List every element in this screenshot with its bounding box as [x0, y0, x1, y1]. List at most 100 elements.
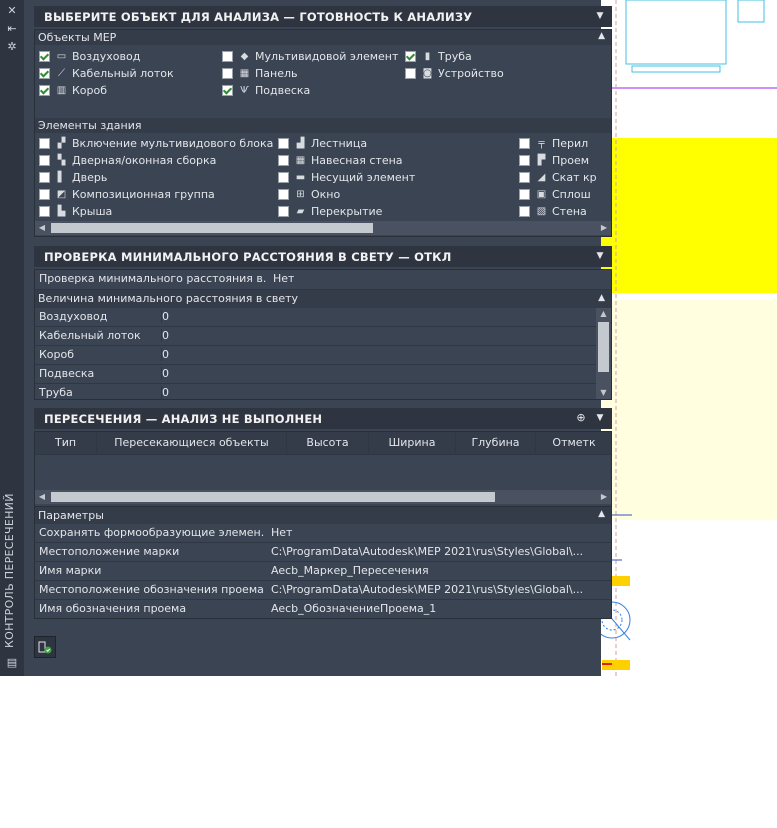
zoom-icon[interactable]: ⊕: [574, 411, 588, 425]
checkbox[interactable]: [222, 85, 233, 96]
checkbox-item[interactable]: ▛ Проем: [519, 152, 589, 169]
checkbox-item[interactable]: ◆ Мультивидовой элемент: [222, 48, 398, 65]
row-value[interactable]: 0: [161, 348, 362, 361]
checkbox-item[interactable]: ◢ Скат кр: [519, 169, 597, 186]
checkbox[interactable]: [405, 51, 416, 62]
checkbox[interactable]: [222, 51, 233, 62]
collapse-chevron-icon[interactable]: ▼: [594, 250, 606, 262]
scroll-left-icon[interactable]: ◀: [35, 490, 49, 504]
checkbox[interactable]: [39, 68, 50, 79]
clearance-row[interactable]: Кабельный лоток 0: [35, 327, 596, 346]
horizontal-scrollbar[interactable]: ◀ ▶: [35, 221, 611, 235]
clearance-check-row[interactable]: Проверка минимального расстояния в... Не…: [35, 270, 611, 290]
collapse-up-icon[interactable]: ▲: [598, 31, 605, 41]
run-analysis-button[interactable]: [34, 636, 56, 658]
checkbox-item[interactable]: ▌ Дверь: [39, 169, 107, 186]
checkbox[interactable]: [278, 206, 289, 217]
checkbox[interactable]: [39, 206, 50, 217]
checkbox[interactable]: [519, 172, 530, 183]
parameter-row[interactable]: Местоположение марки C:\ProgramData\Autod…: [35, 543, 611, 562]
checkbox-item[interactable]: ◙ Устройство: [405, 65, 504, 82]
checkbox-item[interactable]: ╤ Перил: [519, 135, 588, 152]
scroll-down-icon[interactable]: ▼: [596, 387, 611, 399]
building-group-header[interactable]: Элементы здания: [35, 118, 611, 133]
column-header[interactable]: Глубина: [456, 432, 536, 454]
clearance-row[interactable]: Подвеска 0: [35, 365, 596, 384]
checkbox-item[interactable]: ▣ Сплош: [519, 186, 591, 203]
checkbox[interactable]: [39, 138, 50, 149]
column-header[interactable]: Пересекающиеся объекты: [97, 432, 287, 454]
collapse-chevron-icon[interactable]: ▼: [594, 10, 606, 22]
column-header[interactable]: Высота: [287, 432, 369, 454]
parameter-value[interactable]: Нет: [271, 526, 587, 539]
scroll-right-icon[interactable]: ▶: [597, 221, 611, 235]
checkbox-item[interactable]: ▚ Дверная/оконная сборка: [39, 152, 216, 169]
palette-title-strip[interactable]: ✕ ⇤ ✲ КОНТРОЛЬ ПЕРЕСЕЧЕНИЙ ▤: [0, 0, 24, 676]
checkbox[interactable]: [405, 68, 416, 79]
row-value[interactable]: 0: [161, 329, 362, 342]
checkbox[interactable]: [39, 85, 50, 96]
checkbox-item[interactable]: ▟ Лестница: [278, 135, 367, 152]
checkbox[interactable]: [278, 189, 289, 200]
checkbox[interactable]: [519, 155, 530, 166]
checkbox[interactable]: [39, 189, 50, 200]
checkbox[interactable]: [39, 155, 50, 166]
checkbox[interactable]: [519, 189, 530, 200]
checkbox-item[interactable]: ▦ Панель: [222, 65, 298, 82]
checkbox-item[interactable]: ▮ Труба: [405, 48, 472, 65]
checkbox-item[interactable]: Ѱ Подвеска: [222, 82, 310, 99]
checkbox-item[interactable]: ▭ Воздуховод: [39, 48, 140, 65]
checkbox[interactable]: [39, 51, 50, 62]
selection-panel-header[interactable]: ВЫБЕРИТЕ ОБЪЕКТ ДЛЯ АНАЛИЗА — ГОТОВНОСТЬ…: [34, 6, 612, 27]
intersections-panel-header[interactable]: ПЕРЕСЕЧЕНИЯ — АНАЛИЗ НЕ ВЫПОЛНЕН ⊕ ▼: [34, 408, 612, 429]
checkbox-item[interactable]: ⊞ Окно: [278, 186, 340, 203]
collapse-chevron-icon[interactable]: ▼: [594, 412, 606, 424]
parameter-value[interactable]: Aecb_ОбозначениеПроема_1: [271, 602, 587, 615]
collapse-up-icon[interactable]: ▲: [598, 293, 605, 303]
checkbox-item[interactable]: ▦ Навесная стена: [278, 152, 403, 169]
collapse-up-icon[interactable]: ▲: [598, 509, 605, 519]
checkbox[interactable]: [519, 138, 530, 149]
row-value[interactable]: 0: [161, 386, 362, 399]
checkbox-item[interactable]: ▥ Короб: [39, 82, 107, 99]
horizontal-scrollbar[interactable]: ◀ ▶: [35, 490, 611, 504]
scroll-right-icon[interactable]: ▶: [597, 490, 611, 504]
clearance-row[interactable]: Воздуховод 0: [35, 308, 596, 327]
parameter-row[interactable]: Местоположение обозначения проема C:\Prog…: [35, 581, 611, 600]
mep-group-header[interactable]: Объекты MEP ▲: [35, 30, 611, 45]
parameter-value[interactable]: Aecb_Маркер_Пересечения: [271, 564, 587, 577]
checkbox-item[interactable]: ▬ Несущий элемент: [278, 169, 415, 186]
scroll-up-icon[interactable]: ▲: [596, 308, 611, 320]
checkbox[interactable]: [222, 68, 233, 79]
clearance-row[interactable]: Труба 0: [35, 384, 596, 399]
row-value[interactable]: 0: [161, 310, 362, 323]
checkbox[interactable]: [278, 172, 289, 183]
checkbox-item[interactable]: ▧ Стена: [519, 203, 587, 220]
properties-gear-icon[interactable]: ✲: [5, 40, 19, 54]
checkbox-item[interactable]: ▙ Крыша: [39, 203, 112, 220]
column-header[interactable]: Отметк: [536, 432, 611, 454]
palette-menu-icon[interactable]: ▤: [5, 656, 19, 670]
scrollbar-thumb[interactable]: [598, 322, 609, 372]
parameter-row[interactable]: Сохранять формообразующие элемен... Нет: [35, 524, 611, 543]
close-icon[interactable]: ✕: [5, 4, 19, 18]
scroll-left-icon[interactable]: ◀: [35, 221, 49, 235]
checkbox[interactable]: [519, 206, 530, 217]
parameter-value[interactable]: C:\ProgramData\Autodesk\MEP 2021\rus\Sty…: [271, 545, 587, 558]
parameter-row[interactable]: Имя обозначения проема Aecb_ОбозначениеПр…: [35, 600, 611, 618]
parameter-value[interactable]: C:\ProgramData\Autodesk\MEP 2021\rus\Sty…: [271, 583, 587, 596]
clearance-group-header[interactable]: Величина минимального расстояния в свету…: [35, 290, 611, 308]
clearance-row[interactable]: Короб 0: [35, 346, 596, 365]
scrollbar-thumb[interactable]: [51, 223, 373, 233]
vertical-scrollbar[interactable]: ▲ ▼: [596, 308, 611, 399]
checkbox[interactable]: [278, 155, 289, 166]
checkbox-item[interactable]: ⟋ Кабельный лоток: [39, 65, 174, 82]
parameters-header[interactable]: Параметры ▲: [35, 507, 611, 524]
checkbox-item[interactable]: ◩ Композиционная группа: [39, 186, 215, 203]
column-header[interactable]: Ширина: [369, 432, 456, 454]
parameter-row[interactable]: Имя марки Aecb_Маркер_Пересечения: [35, 562, 611, 581]
clearance-panel-header[interactable]: ПРОВЕРКА МИНИМАЛЬНОГО РАССТОЯНИЯ В СВЕТУ…: [34, 246, 612, 267]
checkbox-item[interactable]: ▰ Перекрытие: [278, 203, 382, 220]
checkbox[interactable]: [39, 172, 50, 183]
scrollbar-thumb[interactable]: [51, 492, 495, 502]
